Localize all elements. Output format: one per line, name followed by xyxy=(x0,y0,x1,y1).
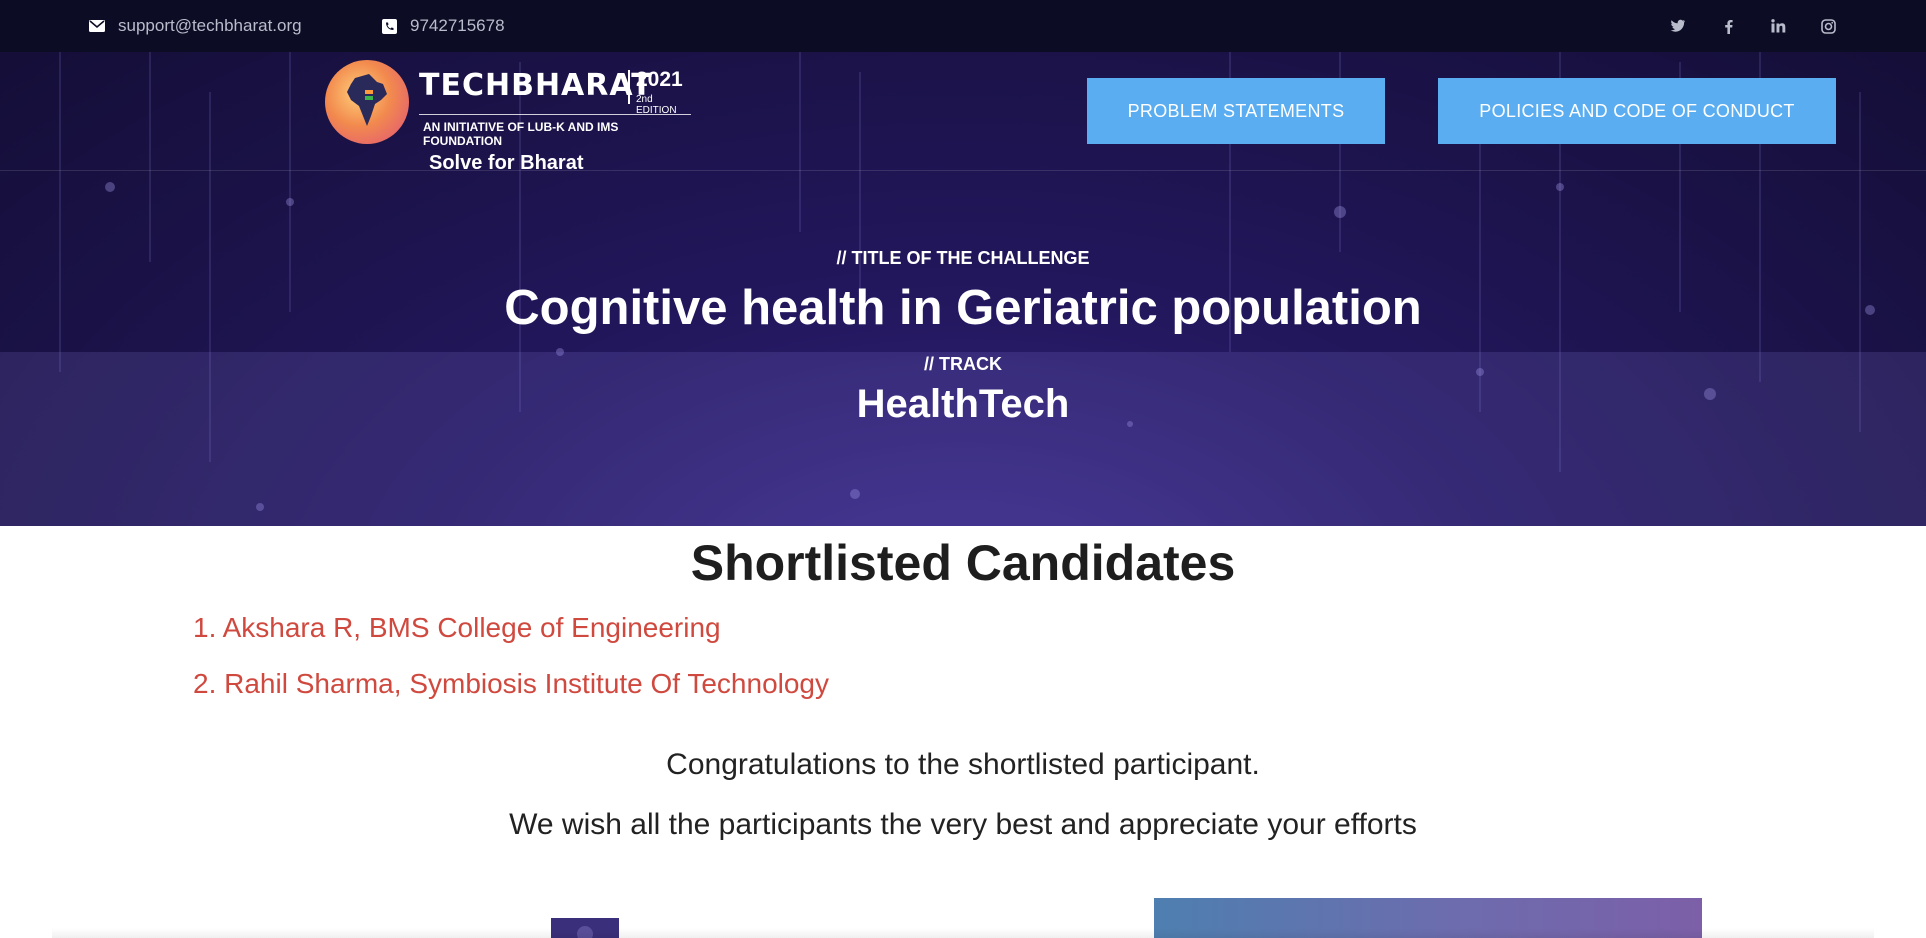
header-divider xyxy=(0,170,1926,171)
brand-tagline: AN INITIATIVE OF LUB-K AND IMS FOUNDATIO… xyxy=(423,120,619,148)
problem-statements-button[interactable]: PROBLEM STATEMENTS xyxy=(1087,78,1385,144)
top-contact-bar: support@techbharat.org 9742715678 xyxy=(0,0,1926,52)
linkedin-icon[interactable] xyxy=(1768,16,1788,36)
wishes-message: We wish all the participants the very be… xyxy=(509,808,1417,841)
brand-underline xyxy=(419,114,691,115)
hero-banner: TECHBHARAT 2021 2nd EDITION AN INITIATIV… xyxy=(0,52,1926,526)
candidate-list: 1. Akshara R, BMS College of Engineering… xyxy=(193,606,829,718)
social-links xyxy=(1668,0,1838,52)
facebook-icon[interactable] xyxy=(1718,16,1738,36)
policies-button[interactable]: POLICIES AND CODE OF CONDUCT xyxy=(1438,78,1836,144)
phone-icon xyxy=(380,17,398,35)
india-map-logo-icon xyxy=(325,60,409,144)
brand-year: 2021 xyxy=(636,68,683,91)
track-kicker: // TRACK xyxy=(924,354,1002,374)
challenge-kicker: // TITLE OF THE CHALLENGE xyxy=(836,248,1090,268)
brand-logo-block[interactable]: TECHBHARAT 2021 2nd EDITION AN INITIATIV… xyxy=(325,56,695,176)
brand-edition: 2nd EDITION xyxy=(636,94,677,116)
list-item: 1. Akshara R, BMS College of Engineering xyxy=(193,612,721,643)
brand-divider xyxy=(628,70,630,104)
shortlist-heading: Shortlisted Candidates xyxy=(690,535,1236,591)
section-shadow xyxy=(52,928,1874,938)
twitter-icon[interactable] xyxy=(1668,16,1688,36)
brand-name: TECHBHARAT xyxy=(419,68,653,103)
instagram-icon[interactable] xyxy=(1818,16,1838,36)
congrats-message: Congratulations to the shortlisted parti… xyxy=(666,748,1260,781)
email-contact[interactable]: support@techbharat.org xyxy=(88,0,302,52)
envelope-icon xyxy=(88,17,106,35)
phone-text[interactable]: 9742715678 xyxy=(410,16,505,36)
list-item: 2. Rahil Sharma, Symbiosis Institute Of … xyxy=(193,668,830,699)
phone-contact[interactable]: 9742715678 xyxy=(380,0,505,52)
track-name: HealthTech xyxy=(856,382,1070,426)
brand-slogan: Solve for Bharat xyxy=(429,152,584,174)
email-text[interactable]: support@techbharat.org xyxy=(118,16,302,36)
challenge-title: Cognitive health in Geriatric population xyxy=(504,281,1422,335)
